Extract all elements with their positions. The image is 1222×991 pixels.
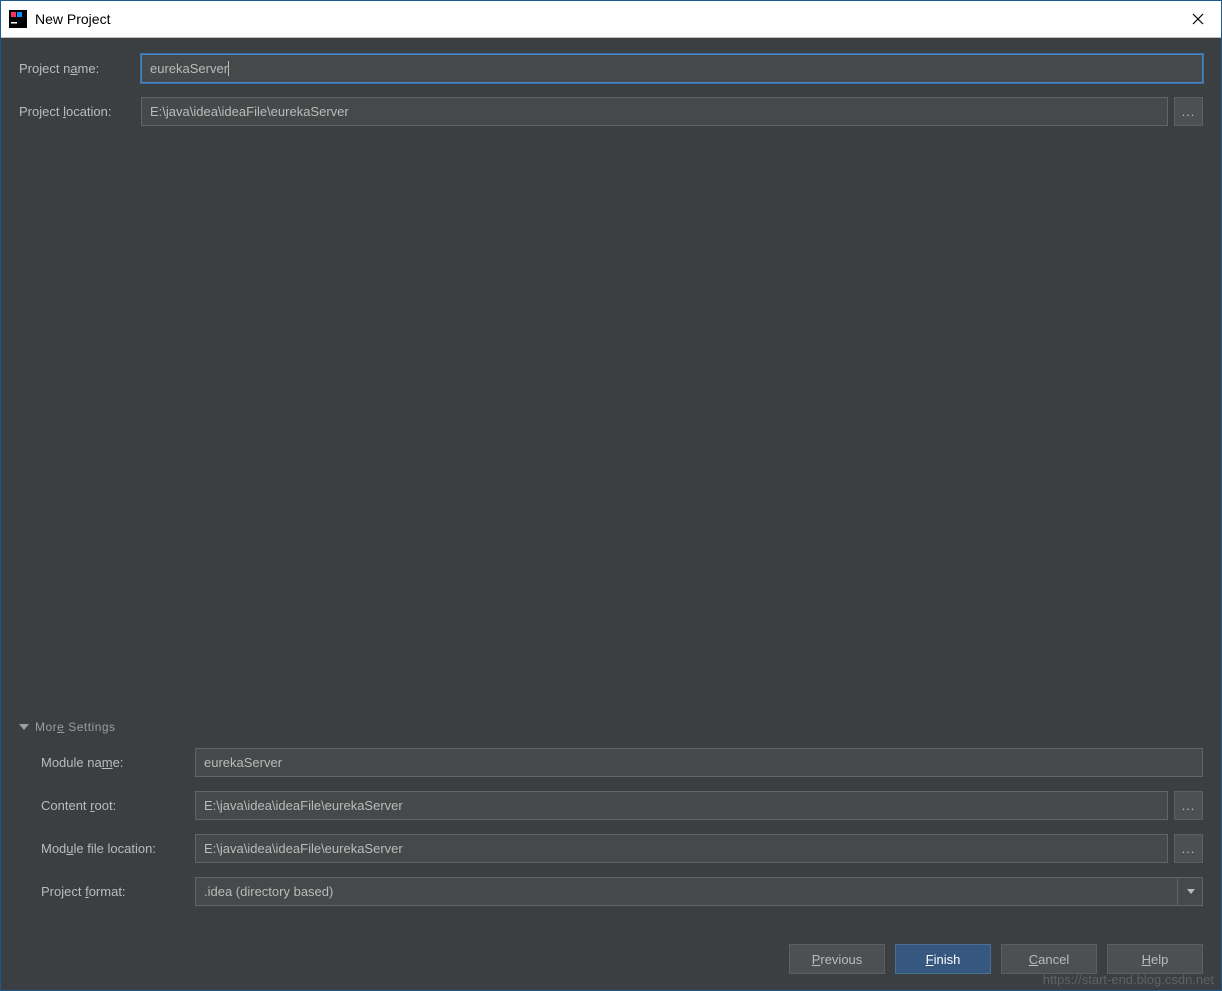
spacer (19, 140, 1203, 720)
intellij-icon (9, 10, 27, 28)
chevron-down-icon (19, 724, 29, 730)
project-format-label: Project format: (19, 884, 195, 899)
previous-button[interactable]: Previous (789, 944, 885, 974)
browse-project-location-button[interactable]: ... (1174, 97, 1203, 126)
module-file-location-input[interactable] (195, 834, 1168, 863)
dialog-body: Project name: eurekaServer Project locat… (1, 38, 1221, 990)
browse-content-root-button[interactable]: ... (1174, 791, 1203, 820)
project-name-label: Project name: (19, 61, 141, 76)
close-button[interactable] (1175, 1, 1221, 38)
project-name-value: eurekaServer (150, 61, 228, 76)
module-file-location-label: Module file location: (19, 841, 195, 856)
project-location-input[interactable] (141, 97, 1168, 126)
help-button[interactable]: Help (1107, 944, 1203, 974)
titlebar: New Project (1, 1, 1221, 38)
project-format-select[interactable]: .idea (directory based) (195, 877, 1203, 906)
browse-module-file-location-button[interactable]: ... (1174, 834, 1203, 863)
titlebar-left: New Project (9, 10, 110, 28)
module-name-label: Module name: (19, 755, 195, 770)
module-name-row: Module name: (19, 748, 1203, 777)
module-name-input[interactable] (195, 748, 1203, 777)
project-format-value: .idea (directory based) (204, 884, 333, 899)
button-bar: Previous Finish Cancel Help (19, 926, 1203, 974)
project-location-label: Project location: (19, 104, 141, 119)
window-title: New Project (35, 11, 110, 27)
form-area: Project name: eurekaServer Project locat… (19, 54, 1203, 140)
module-file-location-row: Module file location: ... (19, 834, 1203, 863)
project-location-row: Project location: ... (19, 97, 1203, 126)
cancel-button[interactable]: Cancel (1001, 944, 1097, 974)
more-settings-label: More Settings (35, 720, 116, 734)
more-settings-content: Module name: Content root: ... Module fi… (19, 748, 1203, 920)
project-name-input[interactable]: eurekaServer (141, 54, 1203, 83)
project-name-row: Project name: eurekaServer (19, 54, 1203, 83)
dropdown-arrow-icon (1177, 877, 1203, 906)
project-format-row: Project format: .idea (directory based) (19, 877, 1203, 906)
content-root-input[interactable] (195, 791, 1168, 820)
content-root-label: Content root: (19, 798, 195, 813)
more-settings-toggle[interactable]: More Settings (19, 720, 1203, 734)
close-icon (1192, 13, 1204, 25)
text-caret (228, 61, 229, 76)
finish-button[interactable]: Finish (895, 944, 991, 974)
content-root-row: Content root: ... (19, 791, 1203, 820)
